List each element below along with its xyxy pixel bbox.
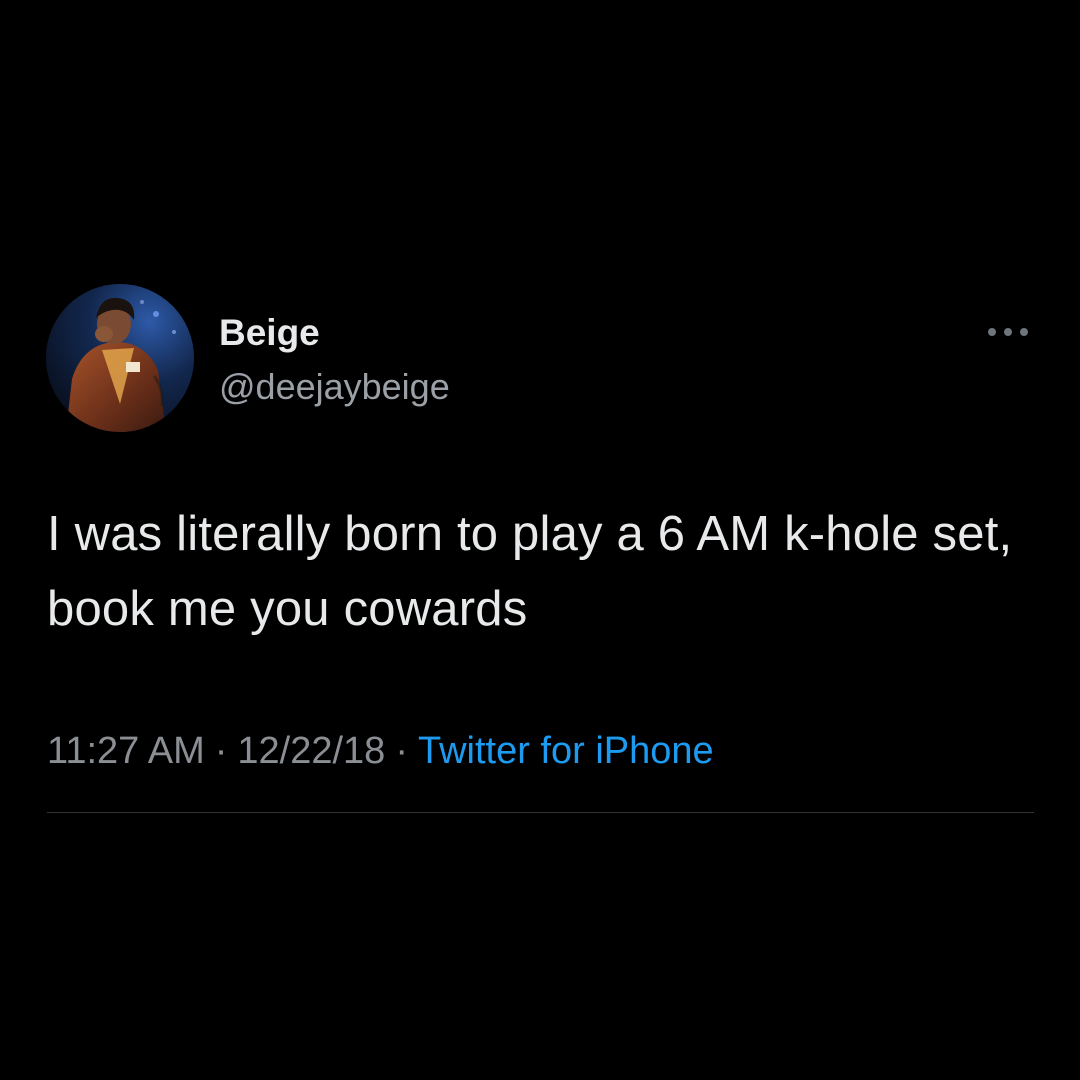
more-options-button[interactable] (980, 312, 1036, 352)
more-horizontal-icon (988, 328, 1028, 336)
profile-photo-icon (46, 284, 194, 432)
user-handle[interactable]: @deejaybeige (219, 366, 450, 408)
tweet-date[interactable]: 12/22/18 (237, 730, 385, 772)
tweet-time[interactable]: 11:27 AM (47, 730, 205, 772)
tweet-source-link[interactable]: Twitter for iPhone (418, 730, 714, 772)
tweet-metadata: 11:27 AM · 12/22/18 · Twitter for iPhone (47, 729, 714, 773)
tweet-card: Beige @deejaybeige I was literally born … (0, 0, 1080, 1080)
meta-separator: · (214, 730, 228, 772)
tweet-text: I was literally born to play a 6 AM k-ho… (47, 507, 1013, 636)
divider (47, 812, 1034, 813)
display-name[interactable]: Beige (219, 312, 320, 354)
avatar[interactable] (46, 284, 194, 432)
meta-separator: · (395, 730, 408, 772)
